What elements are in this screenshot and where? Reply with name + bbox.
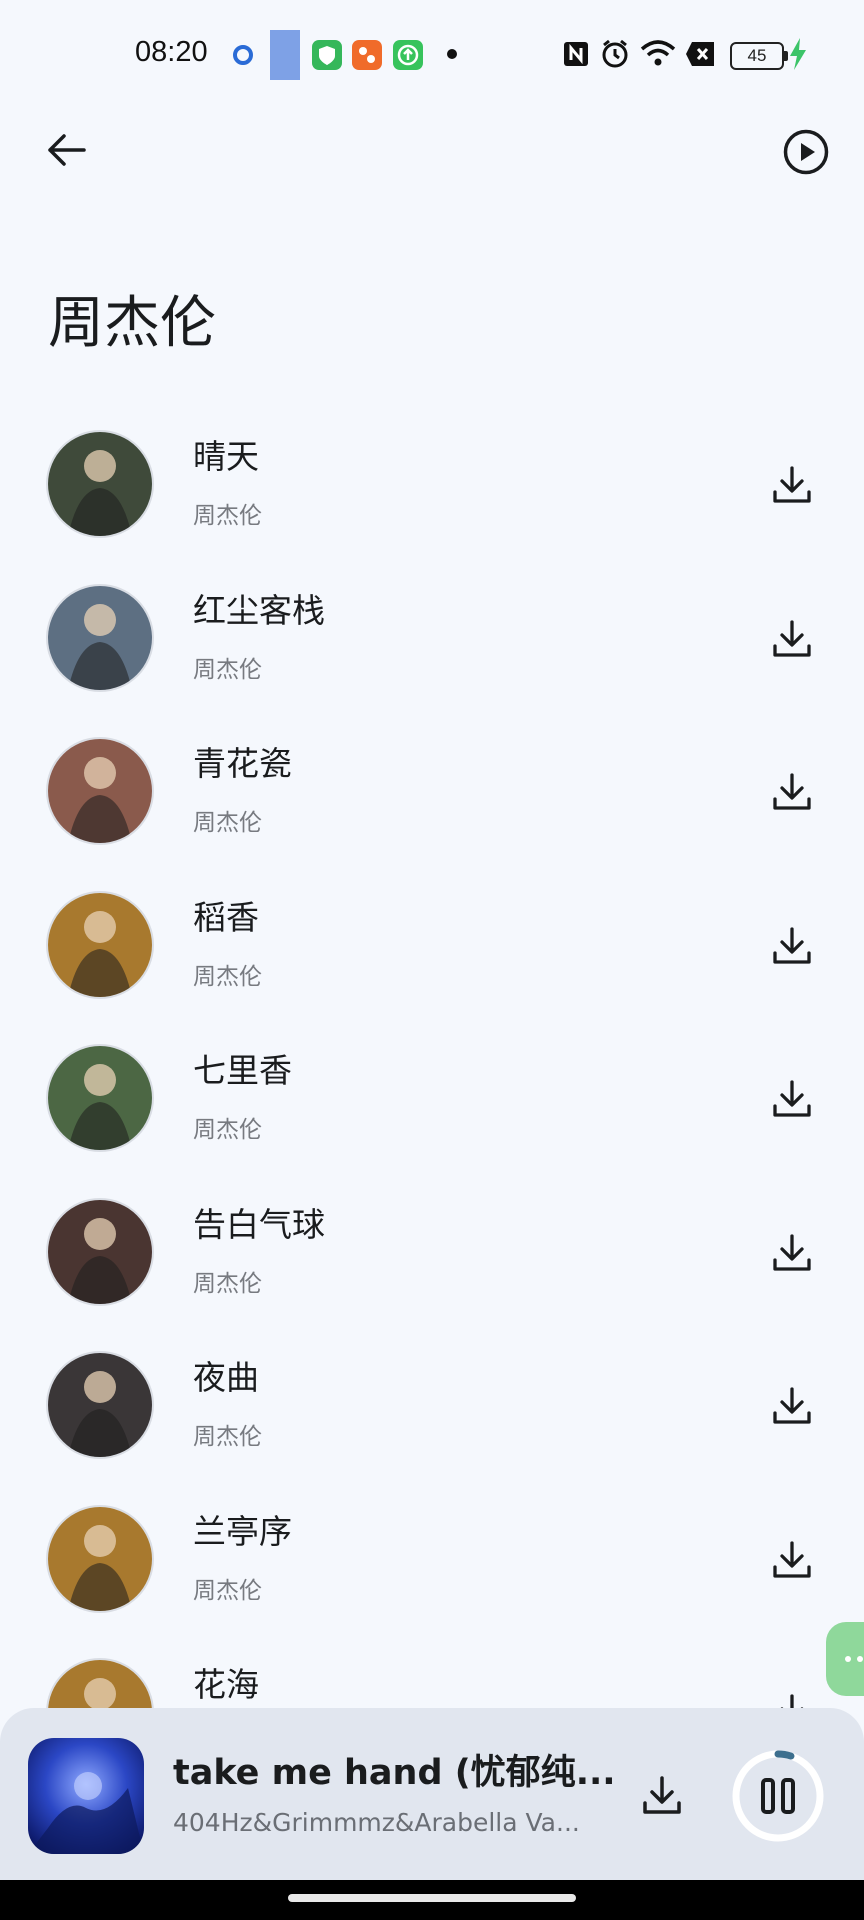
song-title: 兰亭序 bbox=[193, 1511, 292, 1551]
song-cover bbox=[48, 739, 152, 843]
album-cover-image bbox=[48, 1506, 152, 1611]
download-button[interactable] bbox=[771, 1232, 813, 1274]
song-title: 夜曲 bbox=[193, 1358, 259, 1397]
status-time: 08:20 bbox=[135, 36, 208, 68]
song-title: 稻香 bbox=[193, 897, 259, 937]
upload-app-icon bbox=[393, 40, 423, 70]
charging-icon bbox=[790, 38, 806, 70]
download-button[interactable] bbox=[771, 464, 813, 506]
page-title: 周杰伦 bbox=[48, 291, 216, 356]
song-cover bbox=[48, 1506, 152, 1611]
mini-player[interactable]: take me hand (忧郁纯... 404Hz&Grimmmz&Arabe… bbox=[0, 1708, 864, 1880]
wifi-icon bbox=[640, 40, 676, 66]
album-cover-image bbox=[28, 1738, 144, 1854]
download-button[interactable] bbox=[771, 618, 813, 660]
system-navigation-bar bbox=[0, 1880, 864, 1920]
song-title: 告白气球 bbox=[193, 1204, 325, 1244]
song-artist: 周杰伦 bbox=[193, 1117, 262, 1143]
back-button[interactable] bbox=[44, 128, 88, 172]
song-cover bbox=[48, 1353, 152, 1457]
play-all-button[interactable] bbox=[782, 128, 830, 176]
song-row[interactable]: 兰亭序 周杰伦 bbox=[0, 1493, 864, 1643]
download-button[interactable] bbox=[771, 925, 813, 967]
mini-player-download-button[interactable] bbox=[640, 1773, 684, 1817]
song-artist: 周杰伦 bbox=[193, 810, 262, 836]
song-cover bbox=[48, 1046, 152, 1150]
status-bar: 08:20 45 bbox=[0, 0, 864, 110]
album-cover-image bbox=[48, 892, 152, 997]
song-cover bbox=[48, 585, 152, 690]
alarm-icon bbox=[602, 39, 628, 68]
album-cover-image bbox=[48, 1353, 152, 1457]
song-title: 花海 bbox=[193, 1665, 259, 1704]
song-title: 红尘客栈 bbox=[193, 590, 325, 630]
song-title: 晴天 bbox=[193, 437, 259, 476]
floating-assistant-handle[interactable] bbox=[826, 1622, 864, 1696]
download-button[interactable] bbox=[771, 1078, 813, 1120]
mini-player-title: take me hand (忧郁纯... bbox=[173, 1753, 616, 1793]
pause-icon bbox=[761, 1778, 775, 1814]
app-tile-icon bbox=[270, 30, 300, 80]
battery-icon: 45 bbox=[730, 42, 788, 70]
song-cover bbox=[48, 892, 152, 997]
song-row[interactable]: 青花瓷 周杰伦 bbox=[0, 725, 864, 875]
song-artist: 周杰伦 bbox=[193, 1577, 262, 1604]
notification-dot-icon bbox=[233, 45, 253, 65]
song-row[interactable]: 晴天 周杰伦 bbox=[0, 418, 864, 568]
song-row[interactable]: 七里香 周杰伦 bbox=[0, 1032, 864, 1182]
download-button[interactable] bbox=[771, 1385, 813, 1427]
song-artist: 周杰伦 bbox=[193, 656, 262, 683]
nfc-icon bbox=[564, 42, 588, 66]
song-row[interactable]: 夜曲 周杰伦 bbox=[0, 1339, 864, 1489]
song-cover bbox=[48, 1199, 152, 1304]
mini-player-artist: 404Hz&Grimmmz&Arabella Va... bbox=[173, 1808, 580, 1837]
song-title: 七里香 bbox=[193, 1051, 292, 1090]
song-row[interactable]: 红尘客栈 周杰伦 bbox=[0, 572, 864, 722]
shield-app-icon bbox=[312, 40, 342, 70]
home-gesture-handle[interactable] bbox=[288, 1894, 576, 1902]
song-artist: 周杰伦 bbox=[193, 1270, 262, 1297]
song-artist: 周杰伦 bbox=[193, 963, 262, 990]
more-dots-icon bbox=[845, 1656, 863, 1662]
album-cover-image bbox=[48, 585, 152, 690]
album-cover-image bbox=[48, 1199, 152, 1304]
download-button[interactable] bbox=[771, 771, 813, 813]
song-row[interactable]: 告白气球 周杰伦 bbox=[0, 1186, 864, 1336]
song-title: 青花瓷 bbox=[193, 744, 292, 783]
album-cover-image bbox=[48, 739, 152, 843]
album-cover-image bbox=[48, 432, 152, 536]
close-box-icon bbox=[686, 42, 714, 66]
orange-app-icon bbox=[352, 40, 382, 70]
song-row[interactable]: 稻香 周杰伦 bbox=[0, 879, 864, 1029]
song-artist: 周杰伦 bbox=[193, 1424, 262, 1450]
mini-player-cover[interactable] bbox=[28, 1738, 144, 1854]
song-cover bbox=[48, 432, 152, 536]
album-cover-image bbox=[48, 1046, 152, 1150]
dot-icon bbox=[447, 49, 457, 59]
play-pause-button[interactable] bbox=[728, 1746, 828, 1846]
song-artist: 周杰伦 bbox=[193, 503, 262, 529]
download-button[interactable] bbox=[771, 1539, 813, 1581]
